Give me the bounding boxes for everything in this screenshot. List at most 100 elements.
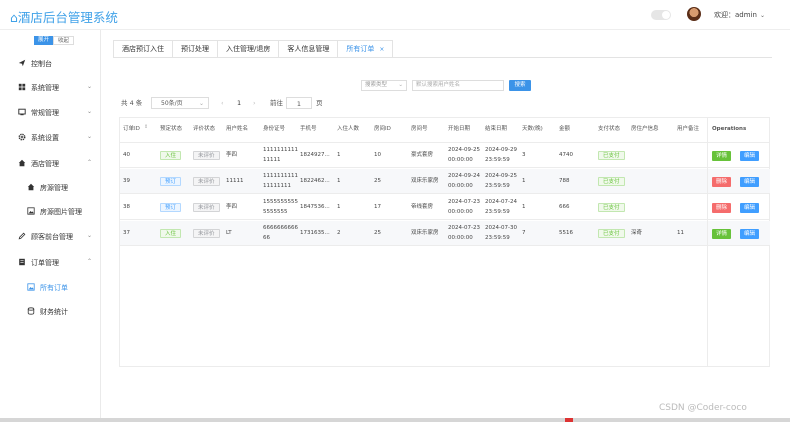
sidebar-item-dashboard[interactable]: 控制台	[0, 52, 101, 76]
tab-booking-process[interactable]: 预订处理	[172, 40, 218, 58]
sidebar-item-label: 所有订单	[40, 284, 68, 292]
cell-end: 2024-09-25	[485, 173, 517, 179]
search-input[interactable]: 默认搜索用户姓名	[412, 80, 504, 91]
send-icon	[18, 59, 26, 67]
edit-button[interactable]: 编辑	[740, 151, 759, 161]
next-page-button[interactable]: ›	[253, 97, 256, 109]
page-size-select[interactable]: 50条/页 ⌄	[151, 97, 209, 109]
close-icon[interactable]: ×	[379, 46, 384, 53]
operations-cell: 详情 编辑	[708, 143, 770, 168]
table-row[interactable]: 39 11111 1111111111 11111111 1822462... 1 25 双床…	[120, 169, 769, 194]
sidebar-item-label: 系统设置	[31, 134, 59, 142]
watermark: CSDN @Coder-coco	[659, 403, 747, 413]
chevron-up-icon: ⌃	[87, 159, 93, 166]
prev-page-button[interactable]: ‹	[221, 97, 224, 109]
search-type-select[interactable]: 搜索类型 ⌄	[361, 80, 407, 91]
sidebar-toggle-group: 展开 收起	[34, 36, 75, 45]
column-header: 开始日期	[448, 126, 471, 132]
sidebar-item-rooms[interactable]: 房源管理	[0, 176, 101, 200]
operations-cell: 详情 编辑	[708, 221, 770, 246]
cell-people: 1	[337, 204, 341, 210]
cell-end: 2024-07-30	[485, 225, 517, 231]
sidebar-item-finance[interactable]: 财务统计	[0, 300, 101, 324]
avatar[interactable]	[687, 7, 701, 21]
gear-icon	[18, 133, 26, 141]
edit-button[interactable]: 编辑	[740, 203, 759, 213]
column-header: 入住人数	[337, 126, 360, 132]
search-button[interactable]: 搜索	[509, 80, 531, 91]
table-row[interactable]: 37 LT 6666666666 66 1731635... 2 25 双床乐家房 2024-0…	[120, 221, 769, 246]
home-icon	[27, 183, 35, 191]
delete-button[interactable]: 删除	[712, 203, 731, 213]
cell-start: 00:00:00	[448, 209, 473, 215]
column-header: 房间ID	[374, 126, 391, 132]
orders-table: 40 李四 1111111111 11111 1824927... 1 10 豪式套房 2024…	[119, 117, 770, 367]
column-header: 结束日期	[485, 126, 508, 132]
cell-start: 2024-07-23	[448, 199, 480, 205]
sidebar-item-label: 酒店管理	[31, 160, 59, 168]
goto-page-input[interactable]: 1	[286, 97, 312, 109]
edit-button[interactable]: 编辑	[740, 177, 759, 187]
tab-checkin-checkout[interactable]: 入住管理/退房	[217, 40, 280, 58]
cell-room_id: 25	[374, 178, 381, 184]
tab-guest-info[interactable]: 客人信息管理	[278, 40, 339, 58]
sidebar-item-settings[interactable]: 系统设置 ⌄	[0, 126, 101, 150]
chevron-down-icon: ⌄	[87, 232, 93, 239]
cell-start: 00:00:00	[448, 183, 473, 189]
expand-button[interactable]: 展开	[34, 36, 54, 45]
sidebar-item-general[interactable]: 常规管理 ⌄	[0, 101, 101, 125]
column-header: 金额	[559, 126, 571, 132]
details-button[interactable]: 详情	[712, 229, 731, 239]
operations-column: 详情 编辑 删除 编辑 删除 编辑 详情 编辑 Operations	[707, 118, 770, 366]
taskbar-indicator	[565, 418, 573, 422]
search-type-placeholder: 搜索类型	[365, 82, 388, 88]
sidebar-item-label: 房源图片管理	[40, 208, 82, 216]
status-badge: 预订	[160, 177, 182, 186]
operations-header: Operations	[712, 126, 747, 132]
app-logo-title[interactable]: ⌂酒店后台管理系统	[10, 7, 118, 26]
sidebar-item-all-orders[interactable]: 所有订单	[0, 276, 101, 300]
cell-name: 11111	[226, 178, 244, 184]
cell-people: 1	[337, 152, 341, 158]
database-icon	[27, 307, 35, 315]
welcome-text: 欢迎：admin	[714, 11, 757, 19]
details-button[interactable]: 详情	[712, 151, 731, 161]
sidebar: 展开 收起 控制台 系统管理 ⌄ 常规管理 ⌄ 系统设置 ⌄ 酒店管理 ⌃ 房源…	[0, 30, 101, 422]
review-badge: 未评价	[193, 151, 220, 160]
collapse-button[interactable]: 收起	[53, 36, 75, 45]
sidebar-item-orders[interactable]: 订单管理 ⌃	[0, 251, 101, 275]
cell-idcard: 6666666666	[263, 225, 298, 231]
image-icon	[27, 207, 35, 215]
cell-start: 2024-09-25	[448, 147, 480, 153]
sidebar-item-room-images[interactable]: 房源图片管理	[0, 200, 101, 224]
cell-idcard: 1555555555	[263, 199, 298, 205]
sidebar-item-label: 顾客前台管理	[31, 233, 73, 241]
current-page[interactable]: 1	[237, 97, 241, 109]
column-header[interactable]: 订单ID	[123, 124, 140, 132]
column-header: 房住户信息	[631, 126, 659, 132]
table-row[interactable]: 40 李四 1111111111 11111 1824927... 1 10 豪式套房 2024…	[120, 143, 769, 168]
cell-id: 39	[123, 178, 130, 184]
theme-toggle[interactable]	[651, 10, 671, 20]
sidebar-item-hotel[interactable]: 酒店管理 ⌃	[0, 152, 101, 176]
review-badge: 未评价	[193, 203, 220, 212]
tab-all-orders[interactable]: 所有订单 ×	[337, 40, 394, 58]
sidebar-item-system-admin[interactable]: 系统管理 ⌄	[0, 76, 101, 100]
delete-button[interactable]: 删除	[712, 177, 731, 187]
sidebar-item-front-desk[interactable]: 顾客前台管理 ⌄	[0, 225, 101, 249]
cell-days: 1	[522, 204, 526, 210]
status-badge: 预订	[160, 203, 182, 212]
table-row[interactable]: 38 李四 1555555555 5555555 1847536... 1 17 帝线套房 20…	[120, 195, 769, 220]
tab-hotel-booking[interactable]: 酒店预订入住	[113, 40, 173, 58]
chevron-down-icon: ⌄	[87, 83, 93, 90]
cell-phone: 1822462...	[300, 178, 330, 184]
sidebar-item-label: 控制台	[31, 60, 52, 68]
user-menu[interactable]: 欢迎：admin ⌄	[714, 10, 765, 20]
chevron-down-icon: ⌄	[198, 100, 204, 107]
column-header: 房间号	[411, 126, 428, 132]
column-header: 预定状态	[160, 126, 183, 132]
pay-status-badge: 已支付	[598, 203, 625, 212]
sort-icon[interactable]: ⇕	[144, 124, 148, 130]
edit-button[interactable]: 编辑	[740, 229, 759, 239]
column-header: 手机号	[300, 126, 317, 132]
